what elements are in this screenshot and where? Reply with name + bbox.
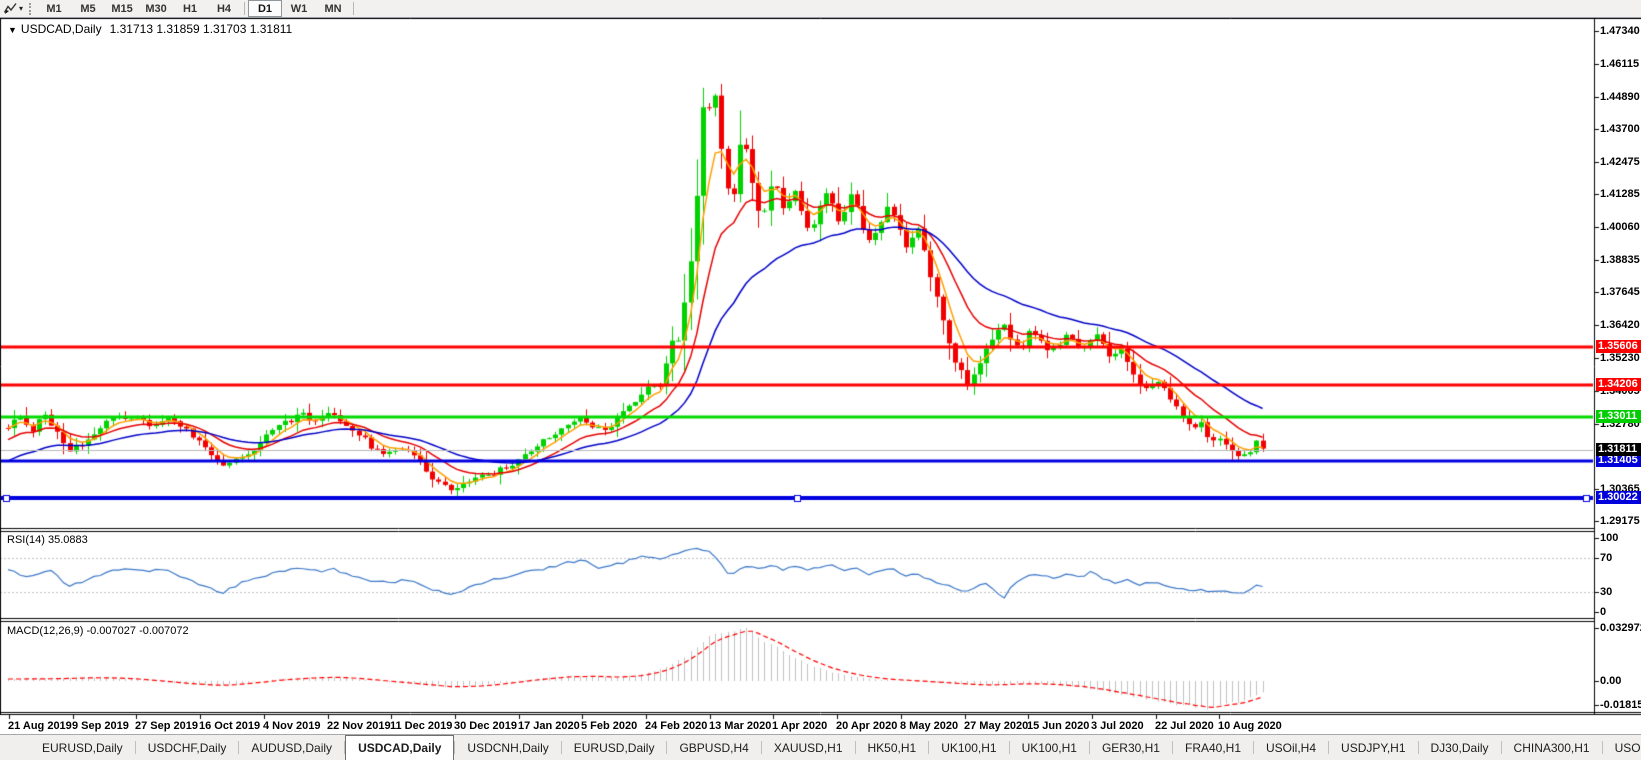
timeframe-button-h4[interactable]: H4 [207,0,241,17]
rsi-indicator-label: RSI(14) 35.0883 [5,534,90,546]
date-axis-label: 30 Dec 2019 [454,720,517,732]
timeframe-button-m30[interactable]: M30 [139,0,173,17]
timeframe-button-m5[interactable]: M5 [71,0,105,17]
chart-tab-audusd-daily[interactable]: AUDUSD,Daily [239,735,344,760]
bid-price-label: 1.31811 [1596,443,1641,456]
chart-ohlc-values: 1.31713 1.31859 1.31703 1.31811 [109,22,293,36]
date-axis-label: 22 Jul 2020 [1155,720,1214,732]
chart-symbol-period: USDCAD,Daily [20,22,102,36]
price-axis-label: 1.37645 [1600,286,1640,298]
chart-tab-eurusd-daily[interactable]: EURUSD,Daily [562,735,667,760]
price-axis-label: 1.43700 [1600,123,1640,135]
price-axis-label: 1.35230 [1600,352,1640,364]
date-axis-label: 22 Nov 2019 [327,720,391,732]
rsi-axis-label: 100 [1600,532,1619,544]
chart-tab-gbpusd-h4[interactable]: GBPUSD,H4 [667,735,760,760]
date-axis-label: 3 Jul 2020 [1091,720,1144,732]
price-chart-canvas[interactable] [0,18,1641,734]
price-line-label: 1.30022 [1596,491,1641,504]
toolbar-separator [353,2,355,15]
price-axis-label: 1.40060 [1600,221,1640,233]
chart-title-overlay: ▼ USDCAD,Daily 1.31713 1.31859 1.31703 1.3… [5,22,296,36]
date-axis-label: 27 May 2020 [964,720,1029,732]
chart-tab-eurusd-daily[interactable]: EURUSD,Daily [30,735,135,760]
chart-tab-usdchf-daily[interactable]: USDCHF,Daily [136,735,239,760]
rsi-axis-label: 0 [1600,606,1607,618]
price-line-label: 1.34206 [1596,378,1641,391]
timeframe-button-m15[interactable]: M15 [105,0,139,17]
toolbar-separator [244,2,246,15]
date-axis-label: 5 Feb 2020 [581,720,638,732]
date-axis-label: 24 Feb 2020 [645,720,708,732]
date-axis-label: 13 Mar 2020 [709,720,772,732]
chart-tab-china300-h1[interactable]: CHINA300,H1 [1502,735,1602,760]
macd-axis-label: -0.018154 [1600,699,1641,711]
timeframe-button-d1[interactable]: D1 [248,0,283,17]
date-axis-label: 15 Jun 2020 [1027,720,1090,732]
date-axis-label: 10 Aug 2020 [1218,720,1282,732]
timeframe-button-h1[interactable]: H1 [173,0,207,17]
date-axis-label: 27 Sep 2019 [135,720,198,732]
date-axis-label: 8 May 2020 [900,720,959,732]
chart-tab-xauusd-h1[interactable]: XAUUSD,H1 [762,735,855,760]
price-axis-label: 1.29175 [1600,515,1640,527]
price-axis-label: 1.46115 [1600,58,1640,70]
title-marker-icon: ▼ [8,25,17,35]
chart-cursor-icon[interactable] [3,2,18,15]
chart-tab-fra40-h1[interactable]: FRA40,H1 [1173,735,1253,760]
timeframe-button-w1[interactable]: W1 [282,0,316,17]
date-axis-label: 9 Sep 2019 [72,720,129,732]
chart-tab-dj30-daily[interactable]: DJ30,Daily [1419,735,1501,760]
date-axis-label: 20 Apr 2020 [836,720,898,732]
price-axis-label: 1.44890 [1600,91,1640,103]
trading-terminal-window: ▾ M1 M5 M15 M30 H1 H4 D1 W1 MN ▼ USDCAD,Daily 1.31… [0,0,1641,760]
date-axis-label: 4 Nov 2019 [263,720,321,732]
price-axis-label: 1.47340 [1600,25,1640,37]
macd-axis-label: 0.032972 [1600,622,1641,634]
chart-tab-bar: EURUSD,Daily USDCHF,Daily AUDUSD,Daily USDC… [0,734,1641,760]
price-axis-label: 1.36420 [1600,319,1640,331]
chart-tab-ger30-h1[interactable]: GER30,H1 [1090,735,1172,760]
price-line-label: 1.35606 [1596,340,1641,353]
chart-tab-uk100-h1[interactable]: UK100,H1 [1010,735,1089,760]
timeframe-button-m1[interactable]: M1 [37,0,71,17]
date-axis-label: 21 Aug 2019 [8,720,72,732]
rsi-axis-label: 30 [1600,586,1613,598]
date-axis-label: 1 Apr 2020 [772,720,828,732]
date-axis-label: 17 Jan 2020 [518,720,580,732]
chart-tab-usdjpy-h1[interactable]: USDJPY,H1 [1329,735,1417,760]
macd-axis-label: 0.00 [1600,675,1622,687]
chart-tab-usoil-h1[interactable]: USOil,H1 [1603,735,1641,760]
chart-tab-usoil-h4[interactable]: USOil,H4 [1254,735,1328,760]
macd-indicator-label: MACD(12,26,9) -0.007027 -0.007072 [5,625,191,637]
chart-tab-usdcnh-daily[interactable]: USDCNH,Daily [455,735,560,760]
chart-tab-hk50-h1[interactable]: HK50,H1 [856,735,929,760]
chart-tab-usdcad-daily[interactable]: USDCAD,Daily [345,735,455,760]
chevron-down-icon[interactable]: ▾ [19,4,23,13]
date-axis-label: 11 Dec 2019 [390,720,453,732]
price-line-label: 1.33011 [1596,410,1641,423]
price-axis-label: 1.42475 [1600,156,1640,168]
timeframe-toolbar: ▾ M1 M5 M15 M30 H1 H4 D1 W1 MN [0,0,1641,18]
chart-tab-uk100-h1[interactable]: UK100,H1 [929,735,1008,760]
price-axis-label: 1.41285 [1600,188,1640,200]
rsi-axis-label: 70 [1600,552,1613,564]
price-axis-label: 1.38835 [1600,254,1640,266]
date-axis-label: 16 Oct 2019 [199,720,261,732]
chart-window: ▼ USDCAD,Daily 1.31713 1.31859 1.31703 1.3… [0,18,1641,734]
timeframe-button-mn[interactable]: MN [316,0,350,17]
toolbar-grip-icon[interactable] [29,2,32,15]
